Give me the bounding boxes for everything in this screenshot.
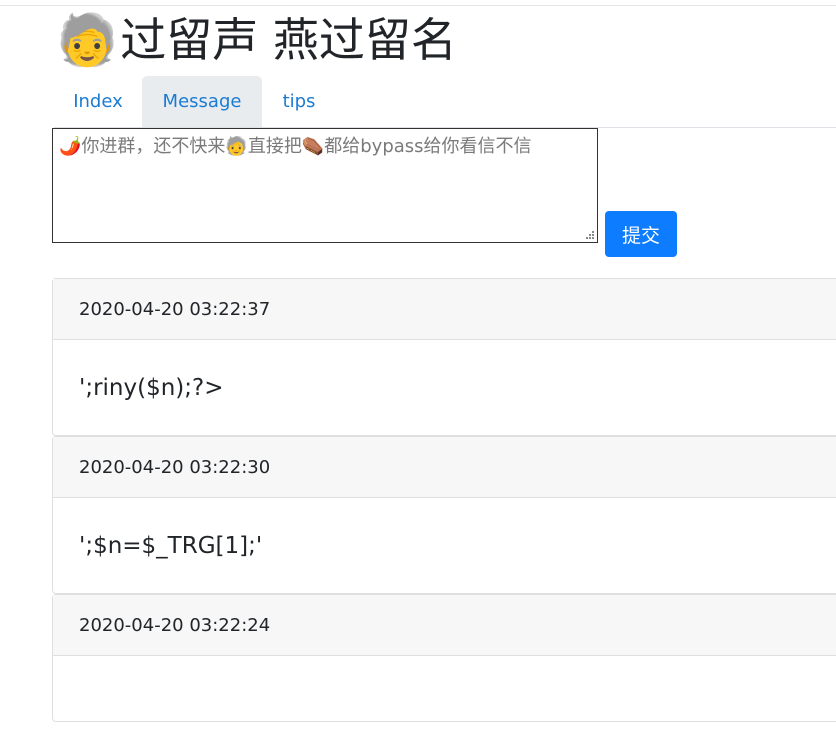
- message-content: ';riny($n);?>: [53, 340, 836, 435]
- top-divider: [0, 5, 836, 6]
- old-man-emoji-icon: 🧓: [56, 11, 119, 69]
- message-textarea-value: 🌶️你进群，还不快来🧓直接把⚰️都给bypass给你看信不信: [59, 136, 532, 157]
- timestamp-text: 2020-04-20 03:22:24: [79, 614, 271, 636]
- tab-message[interactable]: Message: [142, 76, 262, 127]
- tab-tips-label: tips: [282, 91, 316, 112]
- nav-tabs: Index Message tips: [54, 76, 836, 128]
- tab-index[interactable]: Index: [54, 76, 142, 127]
- timestamp-text: 2020-04-20 03:22:37: [79, 298, 271, 320]
- resize-grip-icon[interactable]: [584, 229, 594, 239]
- message-content-text: ';$n=$_TRG[1];': [79, 532, 263, 559]
- message-timestamp: 2020-04-20 03:22:37: [53, 279, 836, 340]
- timestamp-text: 2020-04-20 03:22:30: [79, 456, 271, 478]
- message-card: 2020-04-20 03:22:30 ';$n=$_TRG[1];': [52, 436, 836, 594]
- message-card: 2020-04-20 03:22:37 ';riny($n);?>: [52, 278, 836, 436]
- message-content: [53, 656, 836, 721]
- message-timestamp: 2020-04-20 03:22:24: [53, 595, 836, 656]
- tab-message-label: Message: [162, 91, 242, 112]
- tab-index-label: Index: [73, 91, 123, 112]
- page-title: 🧓 过留声 燕过留名: [56, 8, 457, 72]
- tab-tips[interactable]: tips: [262, 76, 336, 127]
- message-timestamp: 2020-04-20 03:22:30: [53, 437, 836, 498]
- message-content: ';$n=$_TRG[1];': [53, 498, 836, 593]
- message-textarea[interactable]: 🌶️你进群，还不快来🧓直接把⚰️都给bypass给你看信不信: [52, 128, 598, 243]
- submit-button-label: 提交: [621, 224, 660, 247]
- submit-button[interactable]: 提交: [605, 211, 677, 257]
- message-content-text: ';riny($n);?>: [79, 374, 224, 401]
- page-title-text: 过留声 燕过留名: [120, 13, 457, 67]
- message-card: 2020-04-20 03:22:24: [52, 594, 836, 722]
